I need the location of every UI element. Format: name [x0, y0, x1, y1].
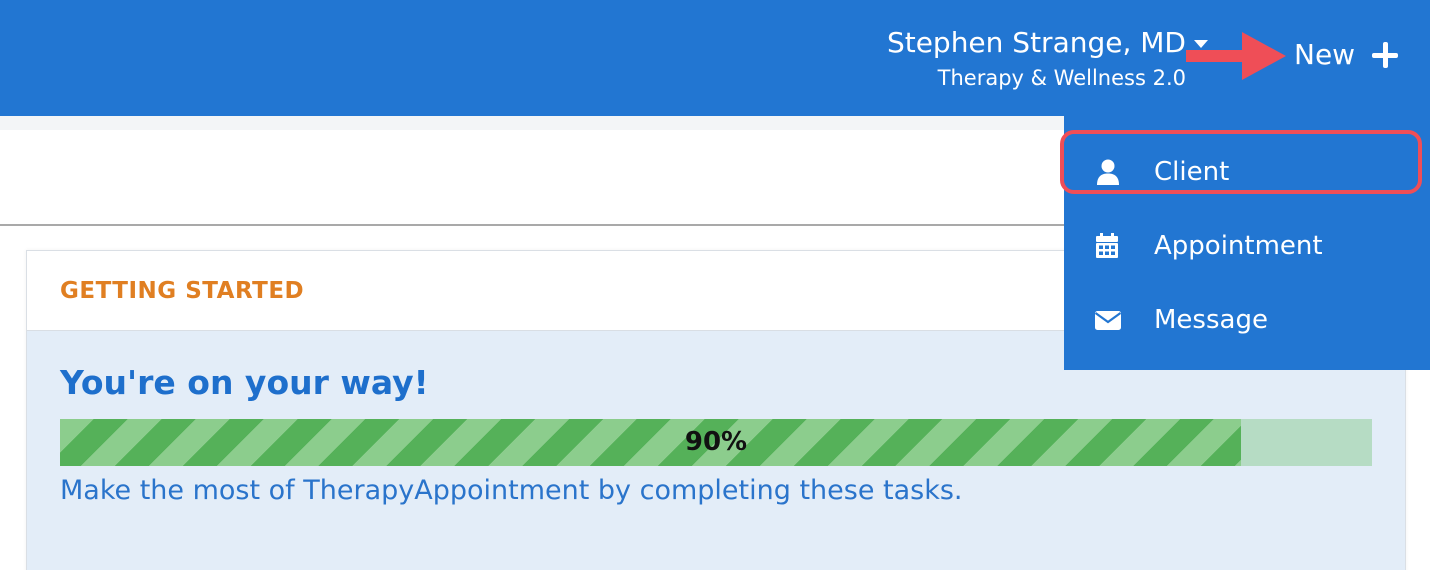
new-button-label: New — [1294, 38, 1356, 71]
menu-item-label: Client — [1154, 157, 1230, 187]
user-account-menu[interactable]: Stephen Strange, MD Therapy & Wellness 2… — [886, 26, 1208, 92]
plus-icon — [1372, 42, 1398, 68]
envelope-icon — [1094, 311, 1122, 330]
progress-headline: You're on your way! — [60, 363, 429, 402]
tasks-link[interactable]: Make the most of TherapyAppointment by c… — [60, 474, 963, 508]
progress-bar: 90% — [60, 419, 1372, 466]
menu-item-label: Message — [1154, 305, 1268, 335]
page: Stephen Strange, MD Therapy & Wellness 2… — [0, 0, 1430, 570]
menu-item-client[interactable]: Client — [1064, 136, 1430, 210]
menu-item-message[interactable]: Message — [1064, 284, 1430, 358]
menu-item-appointment[interactable]: Appointment — [1064, 210, 1430, 284]
practice-name: Therapy & Wellness 2.0 — [937, 66, 1186, 90]
calendar-icon — [1096, 233, 1118, 258]
annotation-arrow-icon — [1186, 32, 1286, 80]
card-title: GETTING STARTED — [60, 277, 305, 304]
new-button[interactable]: New — [1294, 34, 1398, 76]
user-name: Stephen Strange, MD — [886, 26, 1186, 59]
user-icon — [1097, 159, 1119, 185]
menu-item-label: Appointment — [1154, 231, 1323, 261]
progress-percentage: 90% — [684, 427, 748, 457]
new-dropdown-menu: Client Appointment Message — [1060, 116, 1430, 370]
top-navigation-bar: Stephen Strange, MD Therapy & Wellness 2… — [0, 0, 1430, 116]
